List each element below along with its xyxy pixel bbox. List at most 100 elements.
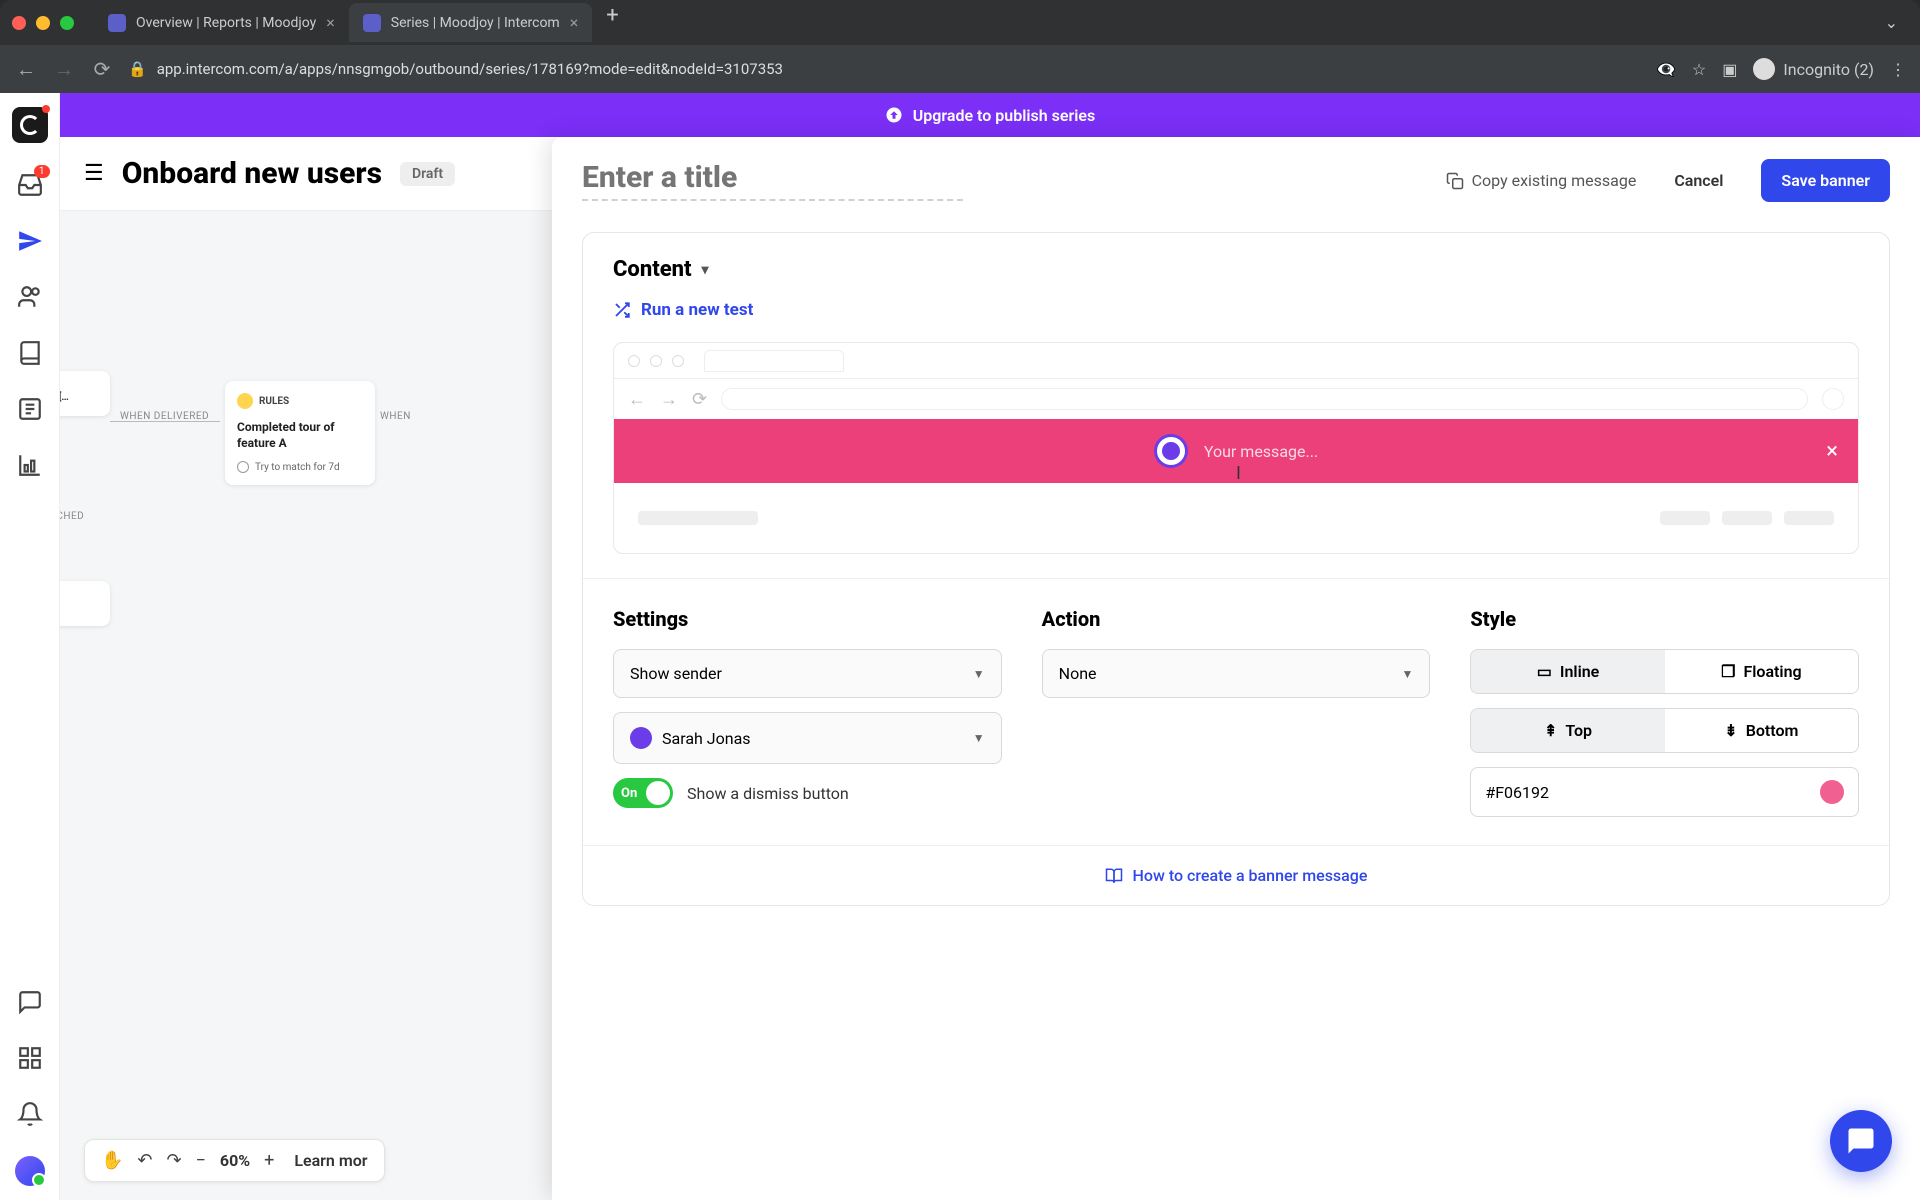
rail-outbound[interactable] [16,227,44,255]
bottom-label: Bottom [1746,721,1799,740]
floating-icon: ❐ [1721,662,1735,681]
preview-dot-icon [628,355,640,367]
hamburger-icon[interactable]: ☰ [84,161,104,186]
style-top-button[interactable]: ⇞ Top [1471,709,1664,752]
action-heading: Action [1042,607,1431,631]
rail-reports[interactable] [16,451,44,479]
dismiss-toggle[interactable]: On [613,778,673,808]
banner-dismiss-icon[interactable]: × [1826,439,1838,464]
close-tab-icon[interactable]: × [570,13,579,32]
flow-card-rules[interactable]: RULES Completed tour of feature A Try to… [225,381,375,485]
reload-button[interactable]: ⟳ [90,57,114,81]
zoom-level: 60% [220,1151,250,1170]
banner-editor-panel: Copy existing message Cancel Save banner… [552,137,1920,1200]
save-banner-button[interactable]: Save banner [1761,159,1890,202]
skeleton-block [1722,511,1772,525]
help-link[interactable]: How to create a banner message [583,845,1889,905]
intercom-favicon-icon [363,14,381,32]
action-select[interactable]: None ▼ [1042,649,1431,698]
flow-card-partial[interactable]: barding [… [60,371,110,416]
bookmark-star-icon[interactable]: ☆ [1692,60,1706,79]
intercom-logo[interactable] [12,107,48,143]
style-inline-button[interactable]: ▭ Inline [1471,650,1664,693]
banner-message-input[interactable]: Your message... [1204,442,1318,461]
show-sender-select[interactable]: Show sender ▼ [613,649,1002,698]
edge-label: TCHED [60,511,84,522]
skeleton-block [1660,511,1710,525]
preview-dot-icon [650,355,662,367]
rail-profile-avatar[interactable] [15,1156,45,1186]
color-input-row [1470,767,1859,817]
skeleton-block [1784,511,1834,525]
rail-reports-alt[interactable] [16,395,44,423]
upgrade-arrow-icon [885,106,903,124]
minimize-window-icon[interactable] [36,16,50,30]
edge-label: WHEN DELIVERED [120,411,209,422]
style-floating-button[interactable]: ❐ Floating [1665,650,1858,693]
zoom-in-icon[interactable]: + [264,1150,274,1171]
banner-title-input[interactable] [582,160,963,201]
style-bottom-button[interactable]: ⇟ Bottom [1665,709,1858,752]
preview-addr-bar: ← → ⟳ [614,379,1858,419]
flow-card-text: barding [… [60,391,98,404]
maximize-window-icon[interactable] [60,16,74,30]
preview-url-bar [721,388,1808,410]
shuffle-icon [613,301,631,319]
intercom-launcher[interactable] [1830,1110,1892,1172]
tab-title: Series | Moodjoy | Intercom [391,15,560,31]
panel-icon[interactable]: ▣ [1722,60,1737,79]
preview-body [614,483,1858,553]
intercom-favicon-icon [108,14,126,32]
preview-menu-icon [1822,388,1844,410]
run-test-label: Run a new test [641,300,753,320]
tab-overview[interactable]: Overview | Reports | Moodjoy × [94,3,349,42]
run-test-link[interactable]: Run a new test [613,300,1859,320]
flow-card-partial-2[interactable]: ure A [60,581,110,626]
back-button[interactable]: ← [14,57,38,82]
rail-contacts[interactable] [16,283,44,311]
sender-select[interactable]: Sarah Jonas ▼ [613,712,1002,764]
content-card: Content ▾ Run a new test [582,232,1890,906]
rail-notifications[interactable] [16,1100,44,1128]
floating-label: Floating [1743,662,1801,681]
url-field[interactable]: 🔒 app.intercom.com/a/apps/nnsgmgob/outbo… [128,60,1642,78]
chevron-down-icon: ▼ [973,731,985,745]
chevron-down-icon: ▼ [973,667,985,681]
tab-series[interactable]: Series | Moodjoy | Intercom × [349,3,593,42]
arrow-up-icon: ⇞ [1544,721,1557,740]
learn-more-link[interactable]: Learn mor [294,1151,367,1170]
incognito-icon [1753,58,1775,80]
chevron-down-icon: ▼ [1401,667,1413,681]
close-window-icon[interactable] [12,16,26,30]
window-controls [12,16,74,30]
style-position-segment: ⇞ Top ⇟ Bottom [1470,708,1859,753]
preview-forward-icon: → [660,389,678,410]
rail-articles[interactable] [16,339,44,367]
rail-apps[interactable] [16,1044,44,1072]
kebab-menu-icon[interactable]: ⋮ [1890,60,1906,79]
flow-card-tag: RULES [237,393,289,409]
tab-title: Overview | Reports | Moodjoy [136,15,316,31]
color-swatch[interactable] [1820,780,1844,804]
pan-hand-icon[interactable]: ✋ [101,1150,123,1171]
rail-inbox[interactable]: 1 [16,171,44,199]
color-hex-input[interactable] [1485,783,1605,802]
new-tab-button[interactable]: + [592,3,632,42]
redo-icon[interactable]: ↷ [167,1150,182,1171]
text-cursor-icon: I [1236,463,1241,484]
tab-overflow-icon[interactable]: ⌄ [1875,13,1908,32]
cancel-button[interactable]: Cancel [1654,159,1743,202]
close-tab-icon[interactable]: × [326,13,335,32]
incognito-indicator[interactable]: Incognito (2) [1753,58,1874,80]
forward-button[interactable]: → [52,57,76,82]
undo-icon[interactable]: ↶ [137,1150,152,1171]
rail-messages[interactable] [16,988,44,1016]
upgrade-banner[interactable]: Upgrade to publish series [60,93,1920,137]
eye-off-icon[interactable]: 👁️‍🗨️ [1656,60,1676,79]
content-section-toggle[interactable]: Content ▾ [613,257,1859,282]
action-value: None [1059,664,1097,683]
content-heading: Content [613,257,692,282]
copy-existing-link[interactable]: Copy existing message [1446,171,1637,190]
copy-existing-label: Copy existing message [1472,171,1637,190]
zoom-out-icon[interactable]: − [196,1150,206,1171]
